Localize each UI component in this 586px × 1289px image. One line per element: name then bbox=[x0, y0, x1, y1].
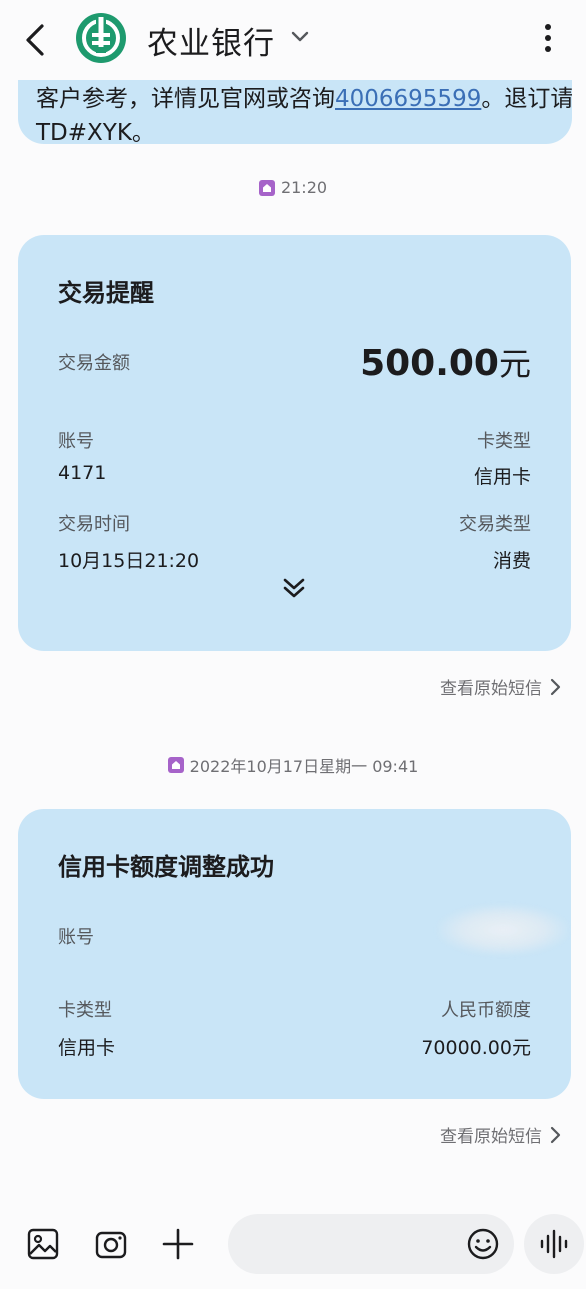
time-label: 交易时间 bbox=[58, 514, 130, 535]
voice-icon bbox=[540, 1229, 568, 1259]
sender-name[interactable]: 农业银行 bbox=[147, 18, 275, 63]
account-label: 账号 bbox=[58, 927, 94, 948]
view-original-sms-link[interactable]: 查看原始短信 bbox=[440, 1122, 562, 1147]
app-header: 农业银行 bbox=[0, 0, 586, 80]
view-original-text: 查看原始短信 bbox=[440, 679, 542, 699]
gallery-icon[interactable] bbox=[26, 1227, 60, 1261]
account-label: 账号 bbox=[58, 431, 94, 452]
credit-limit-card[interactable]: 信用卡额度调整成功 账号 卡类型 人民币额度 信用卡 70000.00元 bbox=[18, 809, 571, 1099]
view-original-sms-link[interactable]: 查看原始短信 bbox=[440, 674, 562, 699]
card-type-value: 信用卡 bbox=[58, 1037, 116, 1059]
chevron-down-icon[interactable] bbox=[289, 27, 311, 47]
card-title: 交易提醒 bbox=[58, 279, 154, 307]
emoji-icon[interactable] bbox=[466, 1227, 500, 1261]
timestamp-text: 21:20 bbox=[280, 178, 328, 197]
voice-button[interactable] bbox=[524, 1214, 584, 1274]
compose-bar bbox=[0, 1200, 586, 1289]
transaction-alert-card[interactable]: 交易提醒 交易金额 500.00元 账号 卡类型 4171 信用卡 交易时间 交… bbox=[18, 235, 571, 651]
plus-icon[interactable] bbox=[161, 1227, 195, 1261]
chevron-right-icon bbox=[550, 678, 561, 695]
tx-type-value: 消费 bbox=[492, 550, 531, 572]
amount-number: 500.00 bbox=[360, 343, 499, 384]
limit-label: 人民币额度 bbox=[441, 1000, 531, 1021]
timestamp-text: 2022年10月17日星期一 09:41 bbox=[189, 757, 419, 776]
amount-unit: 元 bbox=[498, 345, 531, 383]
back-icon[interactable] bbox=[18, 20, 54, 60]
more-vertical-icon[interactable] bbox=[534, 18, 562, 58]
sim-card-icon bbox=[167, 757, 184, 773]
message-line: 客户参考，详情见官网或咨询4006695599。退订请回 bbox=[36, 82, 572, 116]
phone-link[interactable]: 4006695599 bbox=[335, 86, 481, 112]
message-timestamp: 2022年10月17日星期一 09:41 bbox=[0, 753, 586, 777]
message-text: 。退订请回 bbox=[481, 86, 572, 112]
message-text: 客户参考，详情见官网或咨询 bbox=[36, 86, 335, 112]
camera-icon[interactable] bbox=[94, 1227, 128, 1261]
message-input[interactable] bbox=[228, 1214, 514, 1274]
card-type-label: 卡类型 bbox=[58, 1000, 112, 1021]
time-value: 10月15日21:20 bbox=[58, 550, 200, 572]
card-title: 信用卡额度调整成功 bbox=[58, 853, 274, 881]
chevron-right-icon bbox=[550, 1126, 561, 1143]
tx-type-label: 交易类型 bbox=[459, 514, 531, 535]
view-original-text: 查看原始短信 bbox=[440, 1127, 542, 1147]
message-timestamp: 21:20 bbox=[0, 178, 586, 197]
blurred-account-number bbox=[438, 905, 568, 955]
amount-label: 交易金额 bbox=[58, 353, 130, 374]
card-type-label: 卡类型 bbox=[477, 431, 531, 452]
limit-value: 70000.00元 bbox=[421, 1037, 531, 1059]
account-value: 4171 bbox=[58, 462, 107, 484]
amount-value: 500.00元 bbox=[360, 339, 531, 385]
bank-logo-icon[interactable] bbox=[74, 11, 128, 65]
card-type-value: 信用卡 bbox=[473, 466, 531, 488]
sim-card-icon bbox=[258, 179, 275, 196]
message-text: TD#XYK。 bbox=[36, 120, 155, 144]
expand-down-icon[interactable] bbox=[281, 576, 307, 600]
